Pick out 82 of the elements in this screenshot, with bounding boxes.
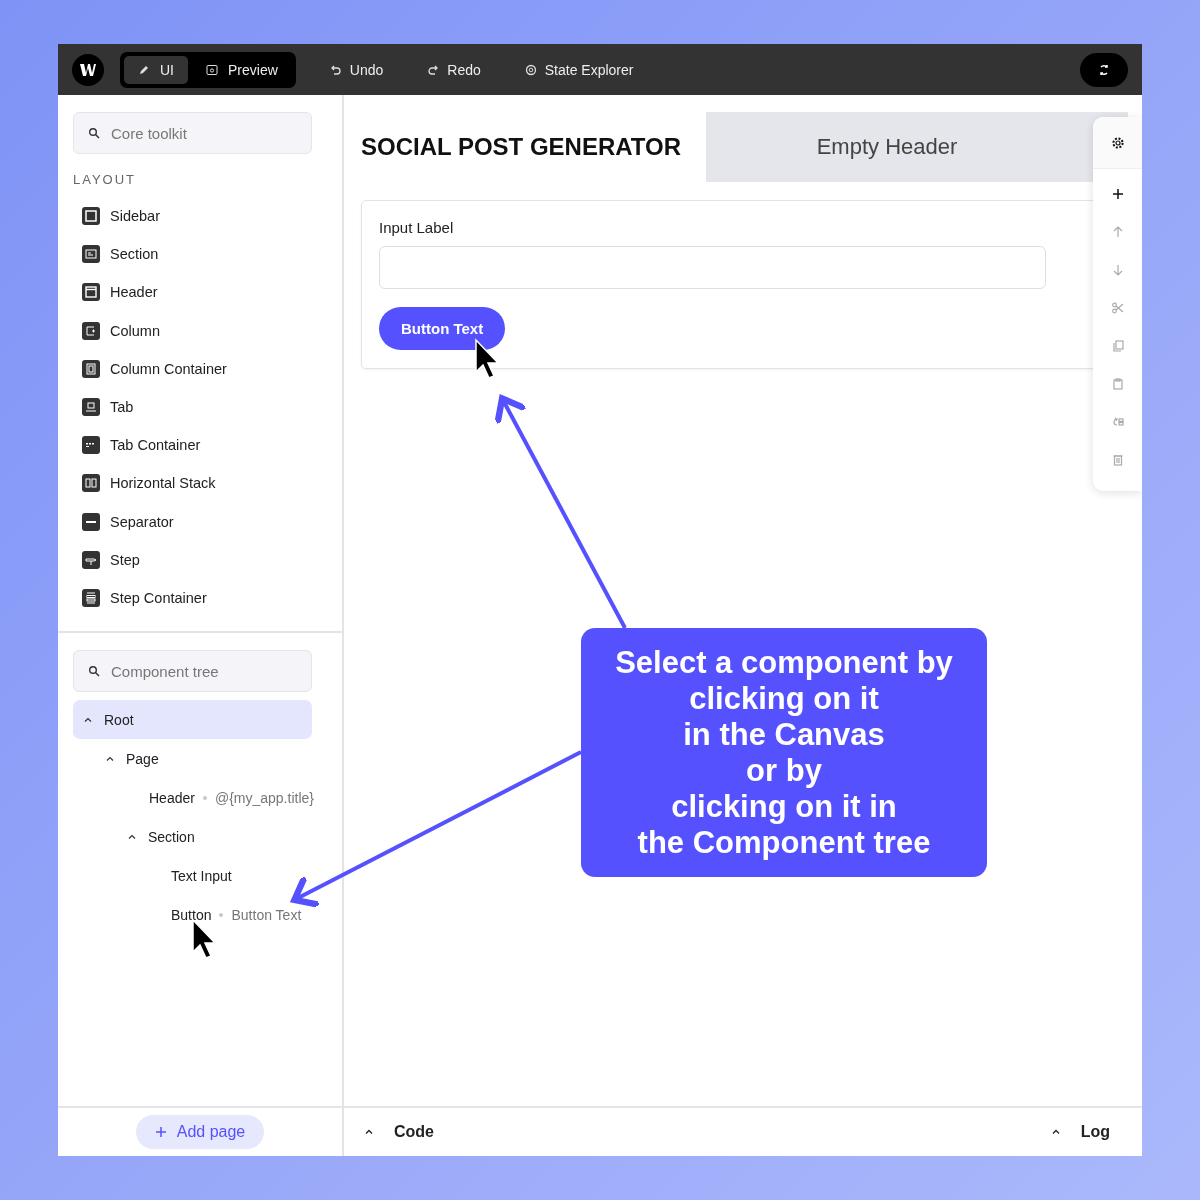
column-icon: [82, 321, 100, 340]
toolkit-item[interactable]: Separator: [73, 502, 312, 541]
plus-icon: [154, 1126, 167, 1138]
redo-icon: [427, 63, 440, 76]
target-icon: [524, 63, 537, 76]
tab-container-icon: [82, 436, 100, 455]
tree-label: Text Input: [171, 867, 232, 884]
callout-text: clicking on it in: [671, 788, 897, 825]
toolkit-item[interactable]: Header: [73, 273, 312, 312]
caret-icon: [364, 1127, 374, 1137]
plus-icon: [1110, 187, 1125, 201]
input-field[interactable]: [379, 246, 1046, 289]
undo-icon: [329, 63, 342, 76]
tree-item[interactable]: Root: [73, 700, 312, 740]
jump-icon: [1110, 415, 1125, 429]
callout-text: clicking on it: [689, 680, 879, 717]
toolkit-item[interactable]: Step Container: [73, 578, 312, 618]
mode-tab[interactable]: Preview: [192, 55, 292, 84]
clipboard-icon: [1110, 377, 1125, 391]
tree-item[interactable]: Button Button Text: [73, 895, 312, 935]
copy-icon: [1110, 339, 1125, 353]
section-title: LAYOUT: [73, 172, 138, 187]
step-icon: [82, 550, 100, 569]
toolkit-item[interactable]: Column: [73, 311, 312, 350]
tree-item[interactable]: Header @{my_app.title}: [73, 778, 312, 818]
dot-icon: [202, 795, 207, 800]
tree-item[interactable]: Text Input: [73, 856, 312, 896]
input-label: Input Label: [379, 219, 454, 236]
tree-label: Button: [171, 906, 212, 923]
add-page-button[interactable]: Add page: [135, 1115, 265, 1149]
toolbar-button[interactable]: Redo: [417, 55, 491, 84]
separator-icon: [82, 512, 100, 531]
settings-icon: [1110, 135, 1125, 150]
tree-detail: Button Text: [231, 906, 302, 923]
cursor-icon: [192, 918, 217, 959]
brush-icon: [138, 63, 150, 76]
callout-text: Select a component by: [615, 644, 953, 681]
toolkit-item[interactable]: Tab Container: [73, 426, 312, 465]
sidebar-icon: [82, 207, 100, 226]
panel-toggle[interactable]: Log: [1050, 1123, 1110, 1141]
tree-label: Header: [149, 789, 195, 806]
app-title: SOCIAL POST GENERATOR: [361, 132, 683, 162]
search-field[interactable]: Component tree: [73, 650, 312, 693]
toolkit-item[interactable]: Column Container: [73, 349, 312, 388]
caret-icon: [1050, 1127, 1061, 1137]
panel-toggle[interactable]: Code: [364, 1123, 434, 1141]
callout-text: the Component tree: [637, 824, 931, 861]
search-icon: [88, 665, 100, 678]
sync-icon: [1097, 62, 1111, 77]
sync-button[interactable]: [1080, 52, 1128, 87]
callout-text: in the Canvas: [683, 716, 885, 753]
column-container-icon: [82, 359, 100, 378]
tab-icon: [82, 398, 100, 417]
header-icon: [82, 283, 100, 302]
scissors-icon: [1110, 301, 1125, 315]
toolkit-item[interactable]: Horizontal Stack: [73, 464, 312, 503]
mode-tab[interactable]: UI: [124, 55, 188, 84]
tree-detail: @{my_app.title}: [214, 789, 314, 806]
tree-label: Root: [104, 711, 134, 728]
tool-button[interactable]: [1093, 117, 1142, 169]
logo-icon[interactable]: [72, 53, 104, 86]
cursor-icon: [475, 338, 500, 379]
step-container-icon: [82, 588, 100, 607]
tree-label: Section: [148, 828, 195, 845]
callout-text: or by: [746, 752, 822, 789]
toolbar-button[interactable]: Undo: [319, 55, 394, 84]
tree-item[interactable]: Page: [73, 739, 312, 779]
horizontal-stack-icon: [82, 474, 100, 493]
tree-item[interactable]: Section: [73, 817, 312, 857]
section-icon: [82, 245, 100, 264]
preview-icon: [206, 63, 218, 76]
dot-icon: [219, 912, 224, 917]
tree-label: Page: [126, 750, 159, 767]
toolkit-item[interactable]: Section: [73, 235, 312, 274]
toolkit-item[interactable]: Sidebar: [73, 197, 312, 236]
empty-header[interactable]: Empty Header: [706, 112, 1128, 182]
toolbar-button[interactable]: State Explorer: [514, 55, 644, 84]
search-field[interactable]: Core toolkit: [73, 112, 312, 154]
toolkit-item[interactable]: Step: [73, 540, 312, 579]
search-icon: [88, 127, 100, 139]
canvas-button[interactable]: Button Text: [379, 307, 506, 350]
toolkit-item[interactable]: Tab: [73, 387, 312, 427]
